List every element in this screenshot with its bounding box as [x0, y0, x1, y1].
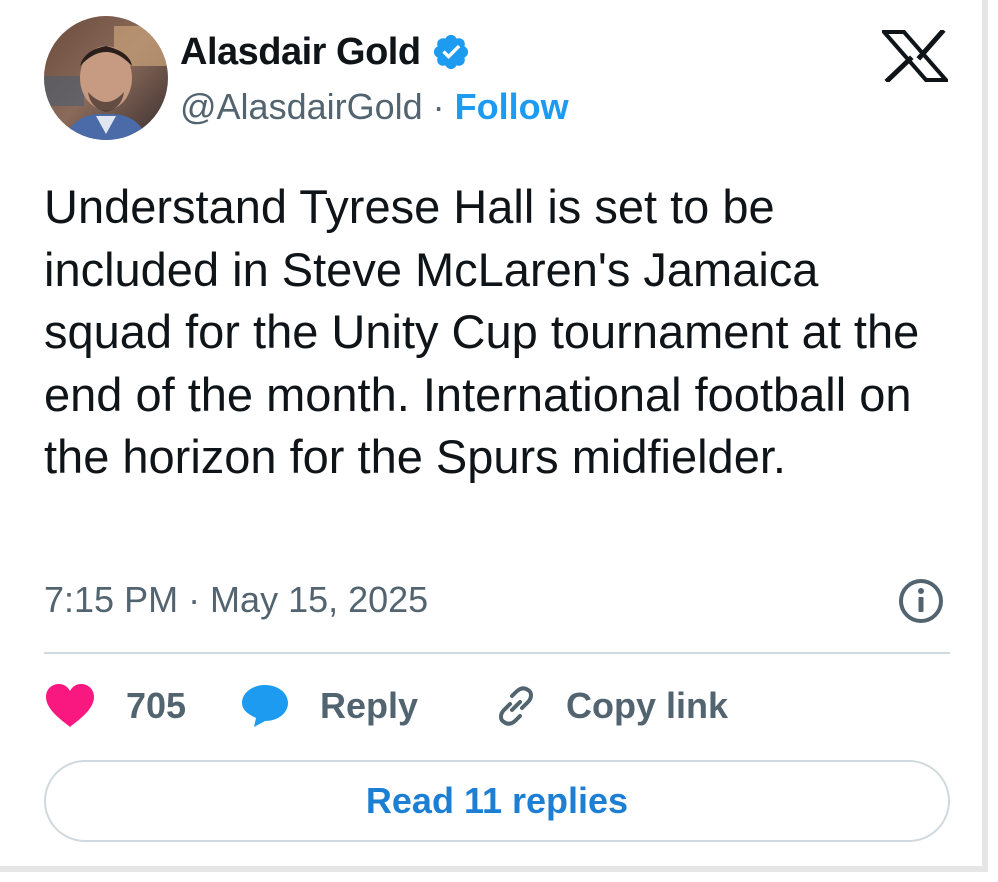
verified-badge-icon [431, 32, 471, 72]
tweet-card: Alasdair Gold @AlasdairGold · Follow Und… [0, 0, 988, 872]
author-handle[interactable]: @AlasdairGold [180, 86, 423, 128]
x-logo-icon[interactable] [879, 28, 951, 84]
heart-icon [46, 684, 94, 727]
like-count: 705 [126, 685, 187, 726]
reply-button[interactable]: Reply [240, 683, 492, 729]
follow-button[interactable]: Follow [455, 86, 569, 128]
copy-link-label: Copy link [566, 685, 729, 726]
speech-bubble-icon [242, 685, 288, 727]
author-avatar[interactable] [44, 16, 168, 140]
handle-separator: · [432, 86, 445, 127]
reply-label: Reply [320, 685, 419, 726]
author-handle-row: @AlasdairGold · Follow [180, 84, 569, 130]
like-button[interactable]: 705 [44, 683, 240, 729]
action-bar: 705 Reply Copy link [44, 680, 728, 732]
info-icon[interactable] [896, 576, 946, 626]
link-icon [499, 686, 533, 726]
author-display-name[interactable]: Alasdair Gold [180, 31, 421, 74]
avatar-photo [44, 16, 168, 140]
author-name-row: Alasdair Gold [180, 28, 471, 76]
copy-link-button[interactable]: Copy link [492, 682, 728, 730]
tweet-timestamp[interactable]: 7:15 PM · May 15, 2025 [44, 576, 428, 624]
tweet-text: Understand Tyrese Hall is set to be incl… [44, 180, 920, 483]
divider [44, 652, 950, 654]
read-replies-button[interactable]: Read 11 replies [44, 760, 950, 842]
